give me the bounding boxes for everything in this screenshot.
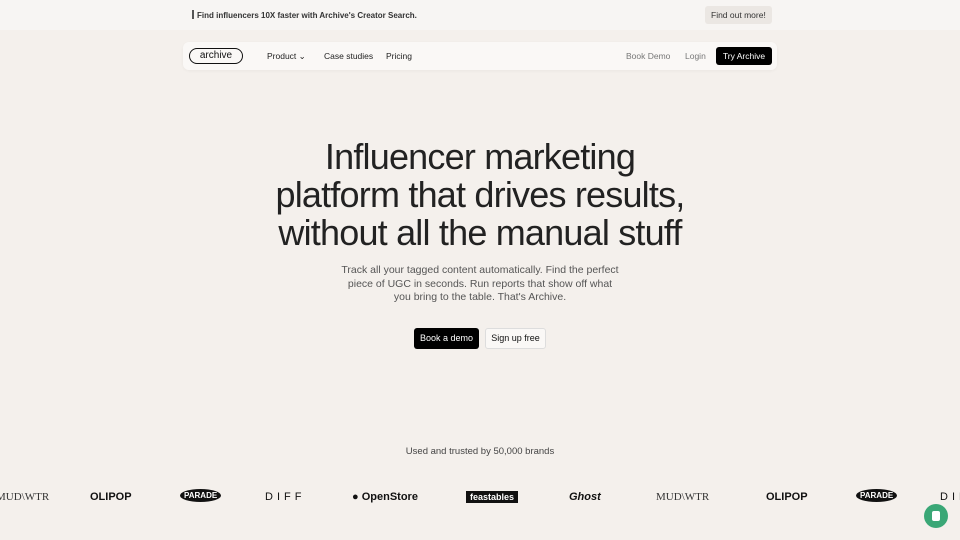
nav-case-studies[interactable]: Case studies (324, 51, 373, 61)
nav-product-label: Product (267, 51, 297, 61)
logo-ghost: Ghost (569, 491, 601, 503)
try-archive-button[interactable]: Try Archive (716, 47, 772, 65)
logo-olipop: OLIPOP (90, 491, 132, 503)
logo-parade: PARADE (180, 489, 222, 502)
logo-olipop: OLIPOP (766, 491, 808, 503)
hero-subtitle: Track all your tagged content automatica… (341, 264, 619, 303)
logo-mudwtr: MUD\WTR (0, 491, 50, 503)
chevron-down-icon: ⌄ (298, 51, 306, 61)
book-demo-link[interactable]: Book Demo (626, 51, 670, 61)
archive-logo[interactable]: archive (189, 48, 243, 64)
trust-text: Used and trusted by 50,000 brands (405, 446, 555, 457)
announcement-banner: Find influencers 10X faster with Archive… (0, 0, 960, 30)
logo-parade: PARADE (856, 489, 898, 502)
book-demo-button[interactable]: Book a demo (414, 328, 479, 349)
logo-openstore: ● OpenStore (352, 491, 418, 503)
nav-product[interactable]: Product ⌄ (267, 51, 306, 62)
sign-up-button[interactable]: Sign up free (485, 328, 546, 349)
logo-diff: DIFF (265, 491, 306, 503)
banner-message: Find influencers 10X faster with Archive… (192, 10, 417, 20)
chat-widget-icon[interactable] (924, 504, 948, 528)
login-link[interactable]: Login (685, 51, 706, 61)
hero-title: Influencer marketing platform that drive… (275, 136, 686, 253)
openstore-text: OpenStore (361, 491, 418, 503)
nav-pricing[interactable]: Pricing (386, 51, 412, 61)
logo-mudwtr: MUD\WTR (656, 491, 710, 503)
logo-feastables: feastables (466, 491, 519, 503)
logo-diff: DIFF (940, 491, 960, 503)
find-out-more-button[interactable]: Find out more! (705, 6, 772, 24)
navbar: archive Product ⌄ Case studies Pricing B… (183, 42, 777, 70)
